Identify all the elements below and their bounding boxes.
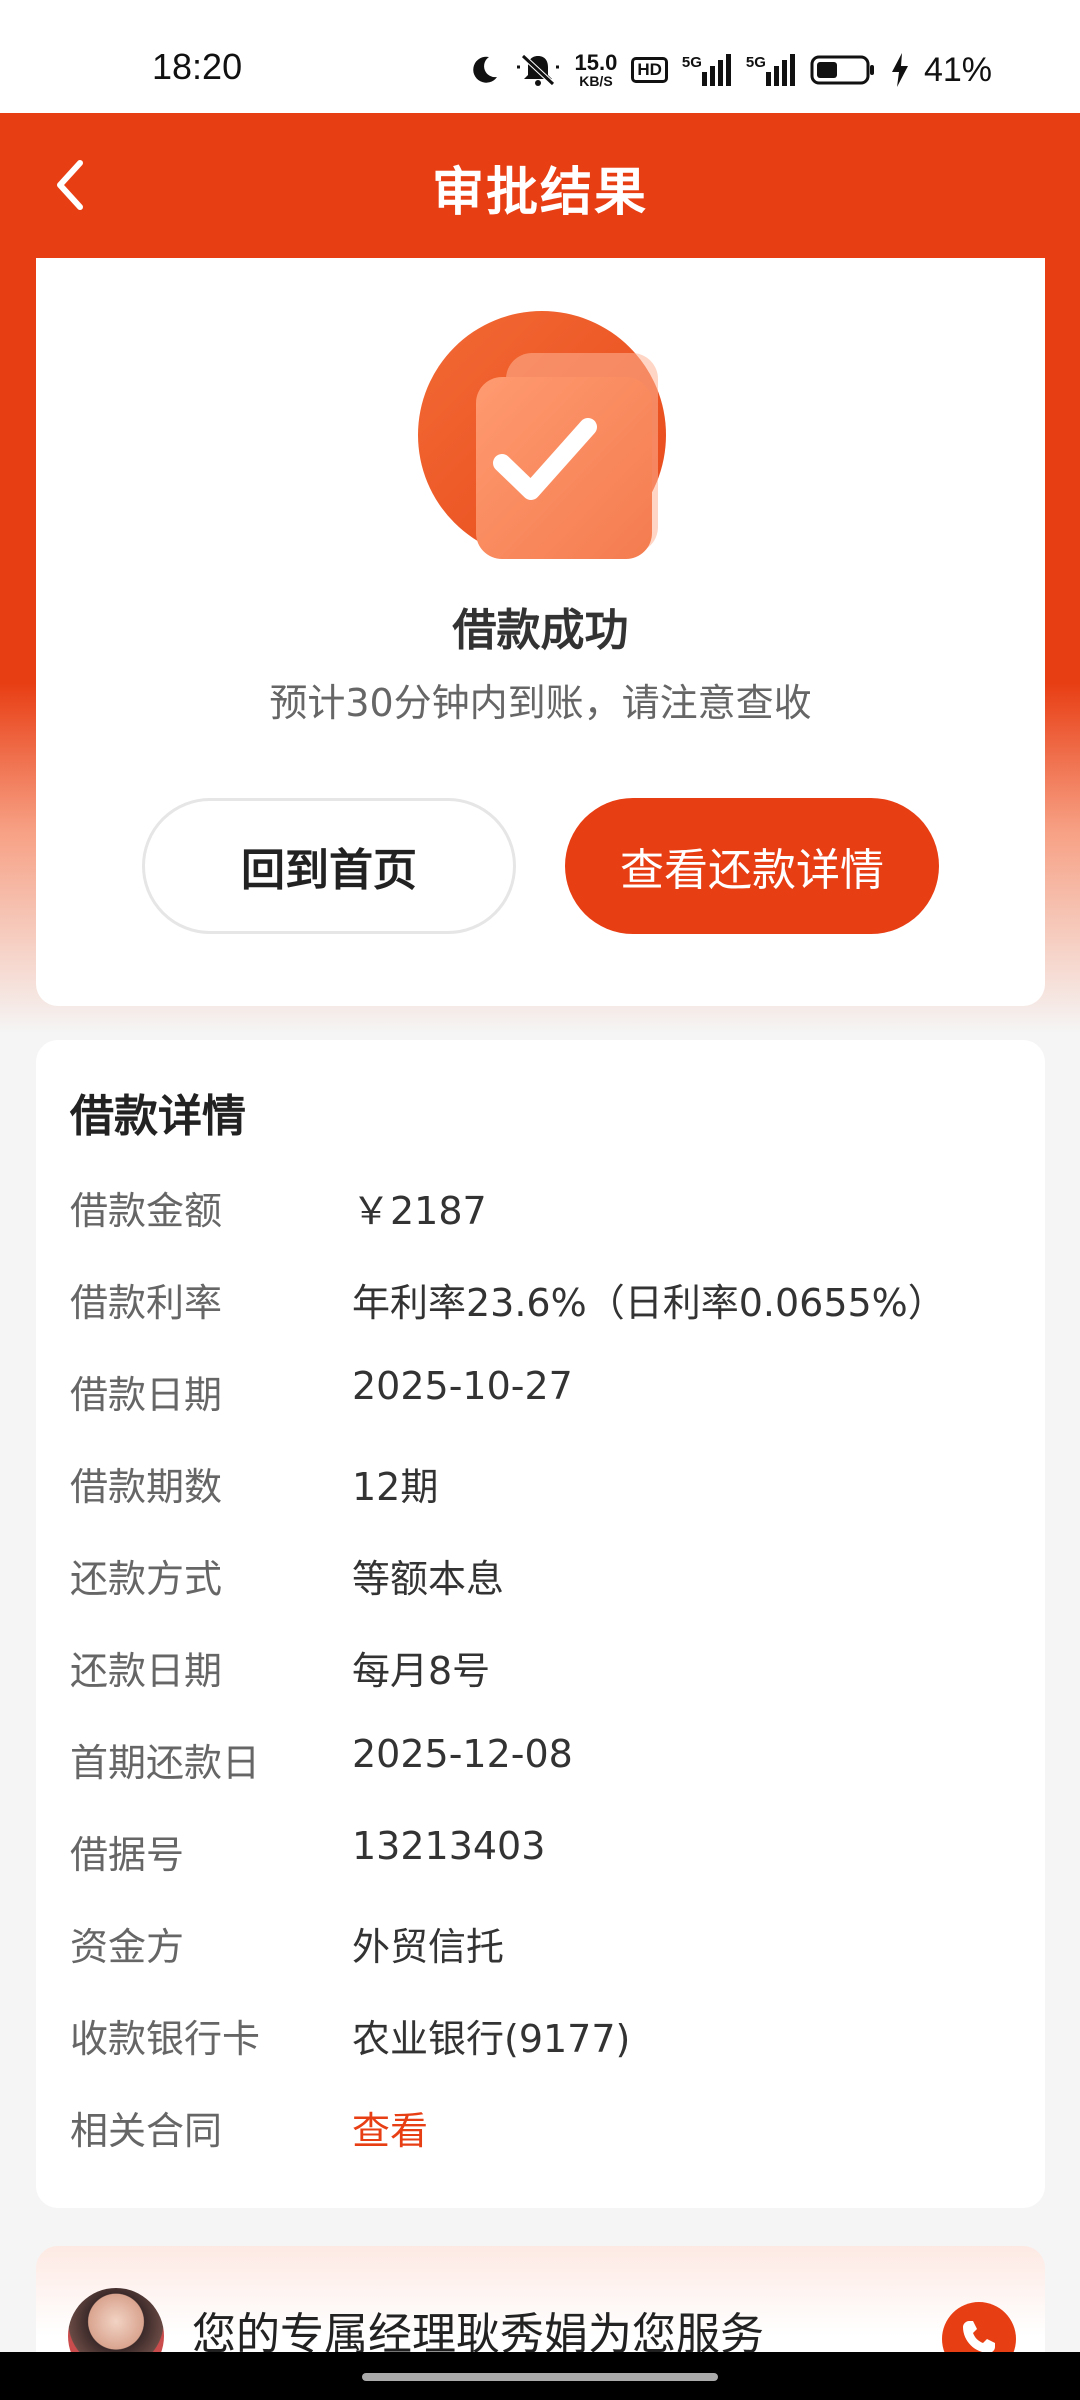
detail-label: 借据号 [70, 1833, 185, 1877]
detail-row-first-repay: 首期还款日 2025-12-08 [70, 1732, 1010, 1792]
detail-row-repay-day: 还款日期 每月8号 [70, 1640, 1010, 1700]
detail-value: 13213403 [352, 1824, 546, 1868]
detail-value: 年利率23.6%（日利率0.0655%） [352, 1281, 946, 1325]
detail-value: 外贸信托 [352, 1925, 505, 1969]
navigation-bar [0, 2352, 1080, 2400]
page-title: 审批结果 [431, 163, 648, 223]
detail-row-method: 还款方式 等额本息 [70, 1548, 1010, 1608]
charging-icon [890, 53, 910, 87]
detail-value: 每月8号 [352, 1649, 491, 1693]
result-card: 借款成功 预计30分钟内到账，请注意查收 回到首页 查看还款详情 [36, 258, 1045, 1006]
detail-label: 收款银行卡 [70, 2017, 261, 2061]
result-subtitle: 预计30分钟内到账，请注意查收 [269, 681, 812, 725]
signal-label: 5G [681, 54, 702, 71]
loan-detail-card: 借款详情 借款金额 ￥2187 借款利率 年利率23.6%（日利率0.0655%… [36, 1040, 1045, 2208]
detail-value: 2025-10-27 [352, 1364, 573, 1408]
detail-label: 还款日期 [70, 1649, 223, 1693]
detail-value: 等额本息 [352, 1557, 505, 1601]
hd-badge: HD [631, 57, 668, 83]
detail-label: 首期还款日 [70, 1741, 261, 1785]
net-speed: 15.0 KB/S [574, 50, 618, 89]
net-speed-value: 15.0 [574, 50, 618, 75]
net-speed-unit: KB/S [579, 73, 613, 89]
detail-value: ￥2187 [352, 1189, 487, 1233]
detail-row-receipt-no: 借据号 13213403 [70, 1824, 1010, 1884]
detail-label: 借款金额 [70, 1189, 223, 1233]
detail-label: 借款利率 [70, 1281, 223, 1325]
home-button[interactable]: 回到首页 [142, 798, 516, 934]
status-icons: 15.0 KB/S HD 5G 5G 41% [467, 46, 992, 94]
mute-bell-icon [515, 53, 561, 87]
detail-label: 资金方 [70, 1925, 185, 1969]
loan-detail-title: 借款详情 [70, 1091, 246, 1142]
detail-label: 相关合同 [70, 2109, 223, 2153]
status-time: 18:20 [152, 46, 243, 87]
detail-row-date: 借款日期 2025-10-27 [70, 1364, 1010, 1424]
detail-label: 还款方式 [70, 1557, 223, 1601]
detail-row-amount: 借款金额 ￥2187 [70, 1180, 1010, 1240]
detail-row-bank-card: 收款银行卡 农业银行(9177) [70, 2008, 1010, 2068]
detail-label: 借款期数 [70, 1465, 223, 1509]
detail-value: 农业银行(9177) [352, 2017, 631, 2061]
battery-icon [810, 54, 876, 86]
detail-label: 借款日期 [70, 1373, 223, 1417]
battery-percent: 41% [923, 50, 992, 89]
home-gesture-handle[interactable] [362, 2373, 718, 2381]
signal-icon: 5G [682, 54, 732, 86]
repayment-detail-button[interactable]: 查看还款详情 [565, 798, 939, 934]
moon-icon [467, 53, 501, 87]
detail-row-rate: 借款利率 年利率23.6%（日利率0.0655%） [70, 1272, 1010, 1332]
signal-label: 5G [745, 54, 766, 71]
detail-value: 12期 [352, 1465, 439, 1509]
status-bar: 18:20 15.0 KB/S HD 5G 5G 41% [0, 0, 1080, 113]
signal-icon: 5G [746, 54, 796, 86]
result-title: 借款成功 [452, 605, 629, 656]
detail-row-funder: 资金方 外贸信托 [70, 1916, 1010, 1976]
view-contract-link[interactable]: 查看 [352, 2100, 428, 2155]
check-badge-icon [418, 311, 666, 559]
detail-row-terms: 借款期数 12期 [70, 1456, 1010, 1516]
detail-value: 2025-12-08 [352, 1732, 573, 1776]
detail-row-contract: 相关合同 查看 [70, 2100, 1010, 2160]
